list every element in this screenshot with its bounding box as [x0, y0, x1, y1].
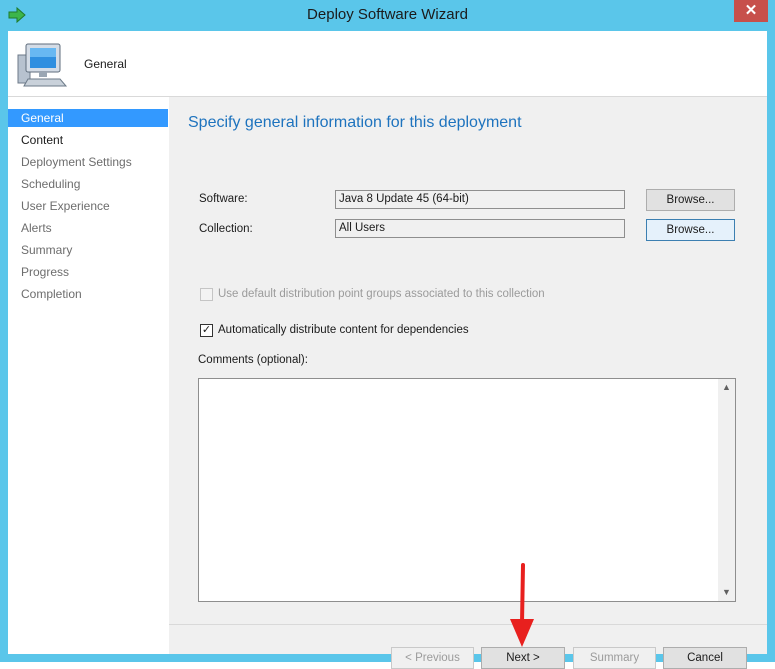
scroll-up-icon[interactable]: ▲ — [718, 379, 735, 396]
wizard-nav: General Content Deployment Settings Sche… — [8, 97, 169, 654]
collection-field[interactable]: All Users — [335, 219, 625, 238]
software-field[interactable]: Java 8 Update 45 (64-bit) — [335, 190, 625, 209]
window-title: Deploy Software Wizard — [307, 6, 468, 23]
next-button[interactable]: Next > — [481, 647, 565, 669]
nav-item-deployment-settings[interactable]: Deployment Settings — [8, 153, 168, 171]
comments-label: Comments (optional): — [198, 354, 308, 366]
close-button[interactable]: ✕ — [734, 0, 768, 22]
title-bar[interactable]: Deploy Software Wizard ✕ — [0, 0, 775, 31]
auto-distribute-label: Automatically distribute content for dep… — [218, 324, 469, 336]
page-title: General — [84, 57, 127, 71]
nav-item-user-experience[interactable]: User Experience — [8, 197, 168, 215]
footer-divider — [169, 624, 767, 625]
collection-browse-button[interactable]: Browse... — [646, 219, 735, 241]
wizard-header: General — [8, 31, 767, 97]
wizard-content: Specify general information for this dep… — [169, 97, 767, 669]
comments-scrollbar[interactable]: ▲ ▼ — [718, 379, 735, 601]
software-label: Software: — [199, 193, 248, 205]
nav-item-completion[interactable]: Completion — [8, 285, 168, 303]
nav-item-alerts[interactable]: Alerts — [8, 219, 168, 237]
nav-item-general[interactable]: General — [8, 109, 168, 127]
use-default-dp-label: Use default distribution point groups as… — [218, 288, 545, 300]
auto-distribute-checkbox[interactable]: ✓ — [200, 324, 213, 337]
page-heading: Specify general information for this dep… — [188, 114, 522, 131]
comments-textarea[interactable]: ▲ ▼ — [198, 378, 736, 602]
wizard-client: General General Content Deployment Setti… — [8, 31, 767, 669]
collection-label: Collection: — [199, 223, 253, 235]
use-default-dp-checkbox[interactable] — [200, 288, 213, 301]
previous-button[interactable]: < Previous — [391, 647, 474, 669]
nav-item-summary[interactable]: Summary — [8, 241, 168, 259]
nav-item-progress[interactable]: Progress — [8, 263, 168, 281]
summary-button[interactable]: Summary — [573, 647, 656, 669]
nav-item-scheduling[interactable]: Scheduling — [8, 175, 168, 193]
software-browse-button[interactable]: Browse... — [646, 189, 735, 211]
wizard-window: Deploy Software Wizard ✕ General General… — [0, 0, 775, 669]
scroll-down-icon[interactable]: ▼ — [718, 584, 735, 601]
cancel-button[interactable]: Cancel — [663, 647, 747, 669]
computer-icon — [17, 43, 68, 87]
red-arrow-icon — [510, 563, 534, 647]
nav-item-content[interactable]: Content — [8, 131, 168, 149]
